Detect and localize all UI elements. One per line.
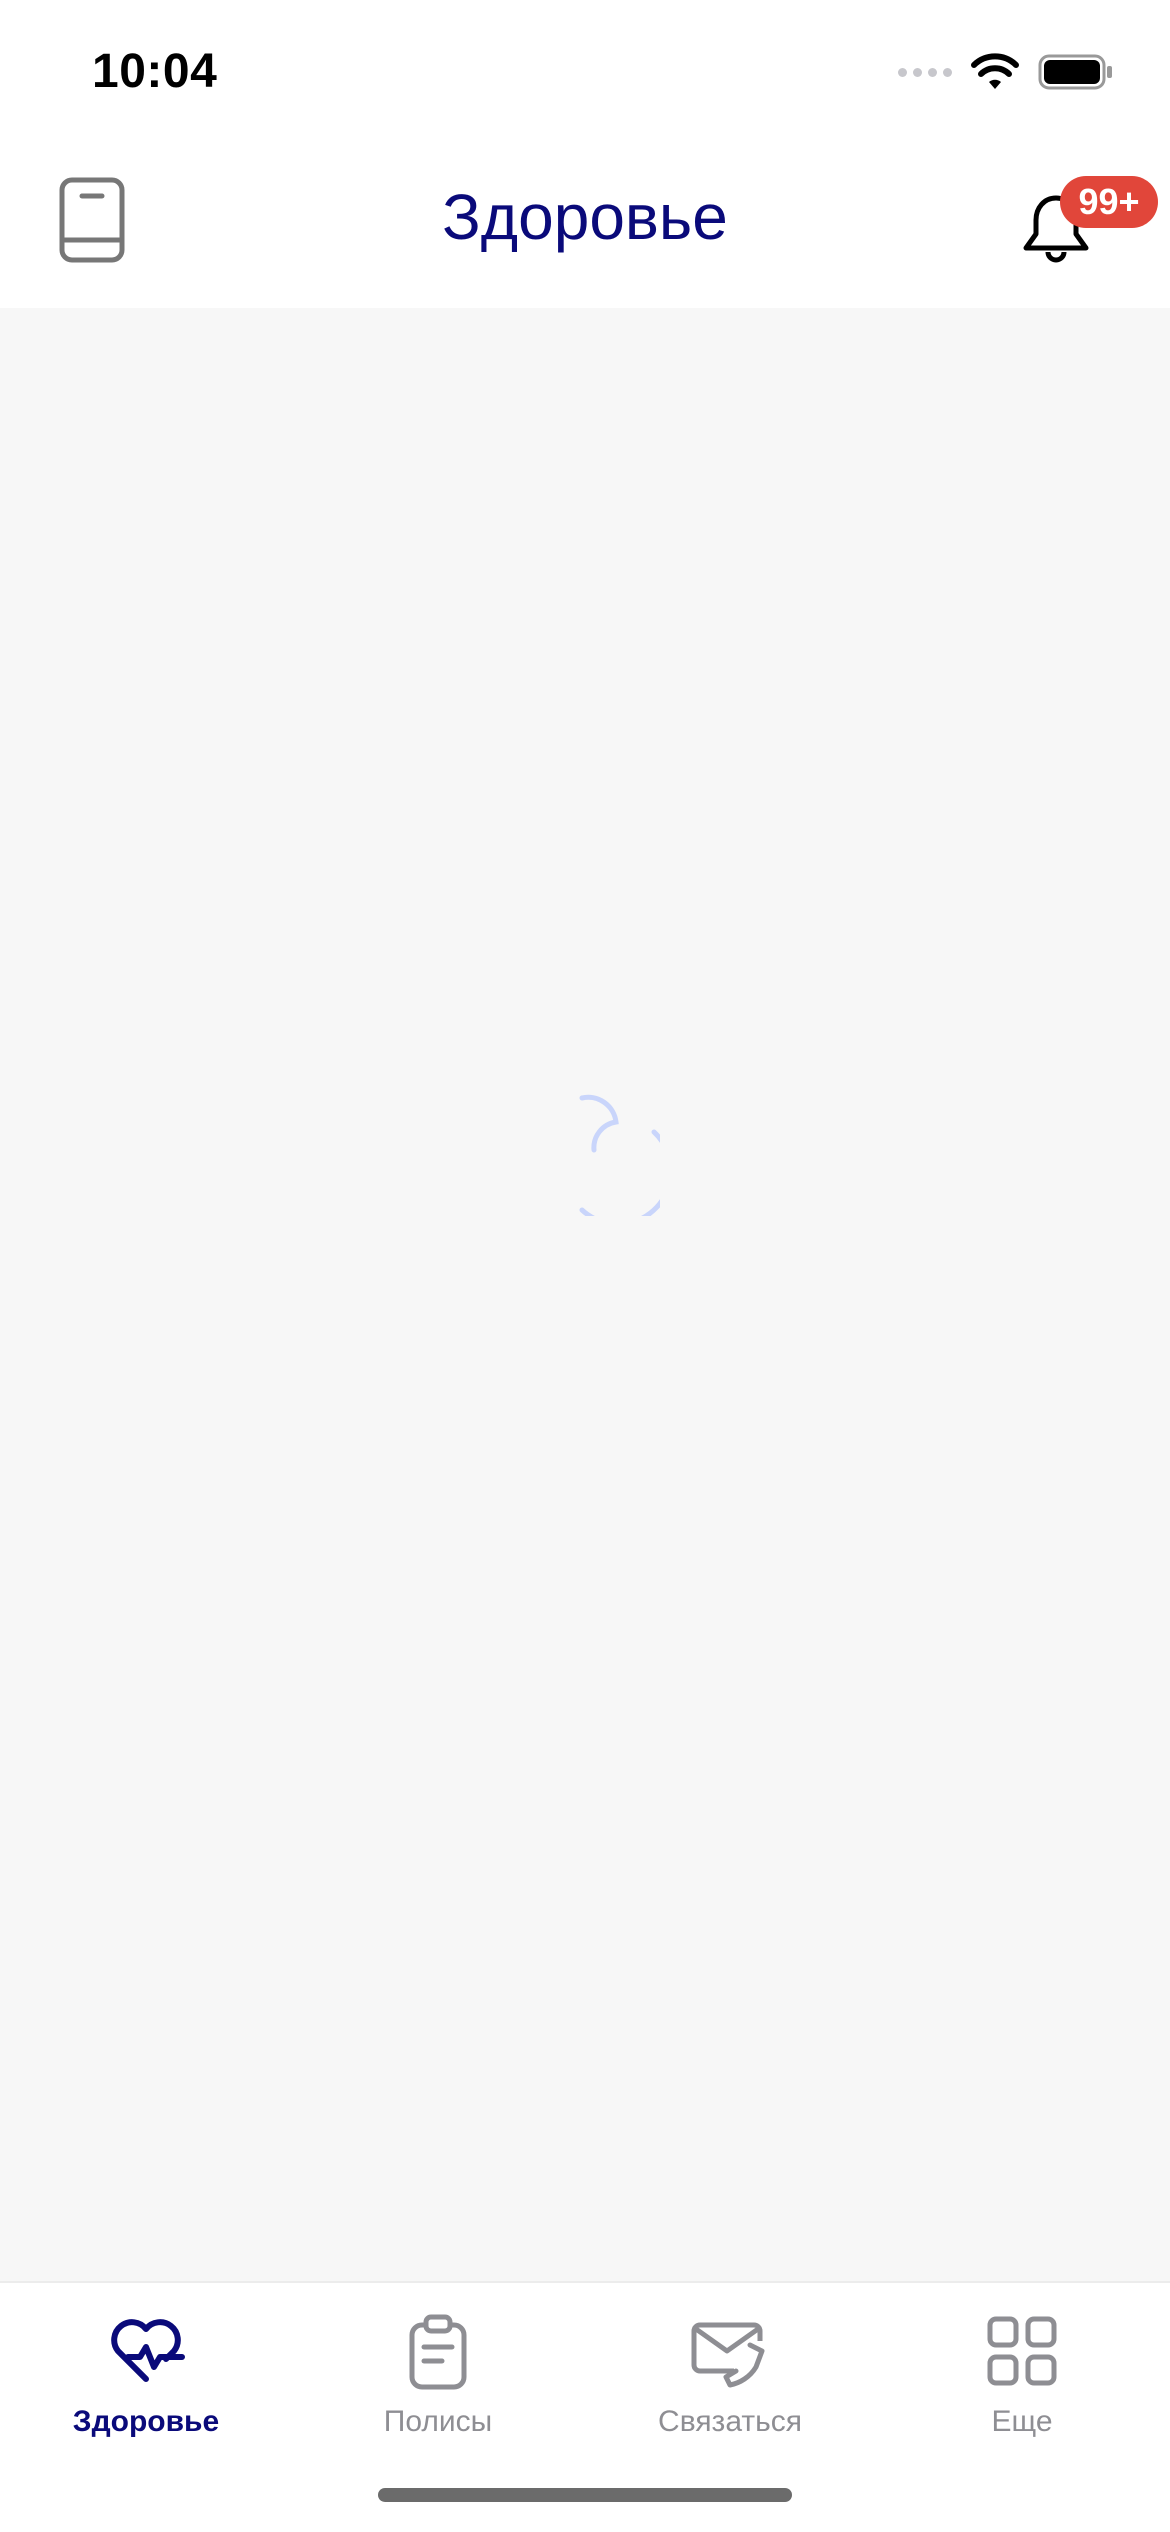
loading-spinner-icon <box>579 1094 660 1216</box>
status-bar: 10:04 <box>0 0 1170 140</box>
tab-contact[interactable]: Связаться <box>584 2303 876 2463</box>
home-indicator[interactable] <box>378 2488 792 2502</box>
main-content <box>0 308 1170 2281</box>
app-header: Здоровье 99+ <box>0 140 1170 308</box>
notifications-button[interactable]: 99+ <box>1010 176 1158 276</box>
tab-label: Связаться <box>658 2405 802 2438</box>
status-time: 10:04 <box>92 45 218 98</box>
tab-health[interactable]: Здоровье <box>0 2303 292 2463</box>
page-title: Здоровье <box>442 181 728 253</box>
clipboard-icon <box>409 2314 467 2390</box>
tab-label: Полисы <box>383 2405 493 2438</box>
cellular-signal-icon <box>898 67 952 77</box>
status-icons <box>898 52 1114 92</box>
wifi-icon <box>971 53 1019 89</box>
notification-badge: 99+ <box>1060 176 1158 228</box>
mail-phone-icon <box>691 2322 765 2388</box>
tab-label: Здоровье <box>72 2405 220 2438</box>
tab-label: Еще <box>991 2405 1053 2438</box>
grid-icon <box>987 2316 1057 2386</box>
tab-policies[interactable]: Полисы <box>292 2303 584 2463</box>
battery-icon <box>1038 54 1112 90</box>
tab-more[interactable]: Еще <box>876 2303 1168 2463</box>
heart-pulse-icon <box>111 2319 185 2382</box>
